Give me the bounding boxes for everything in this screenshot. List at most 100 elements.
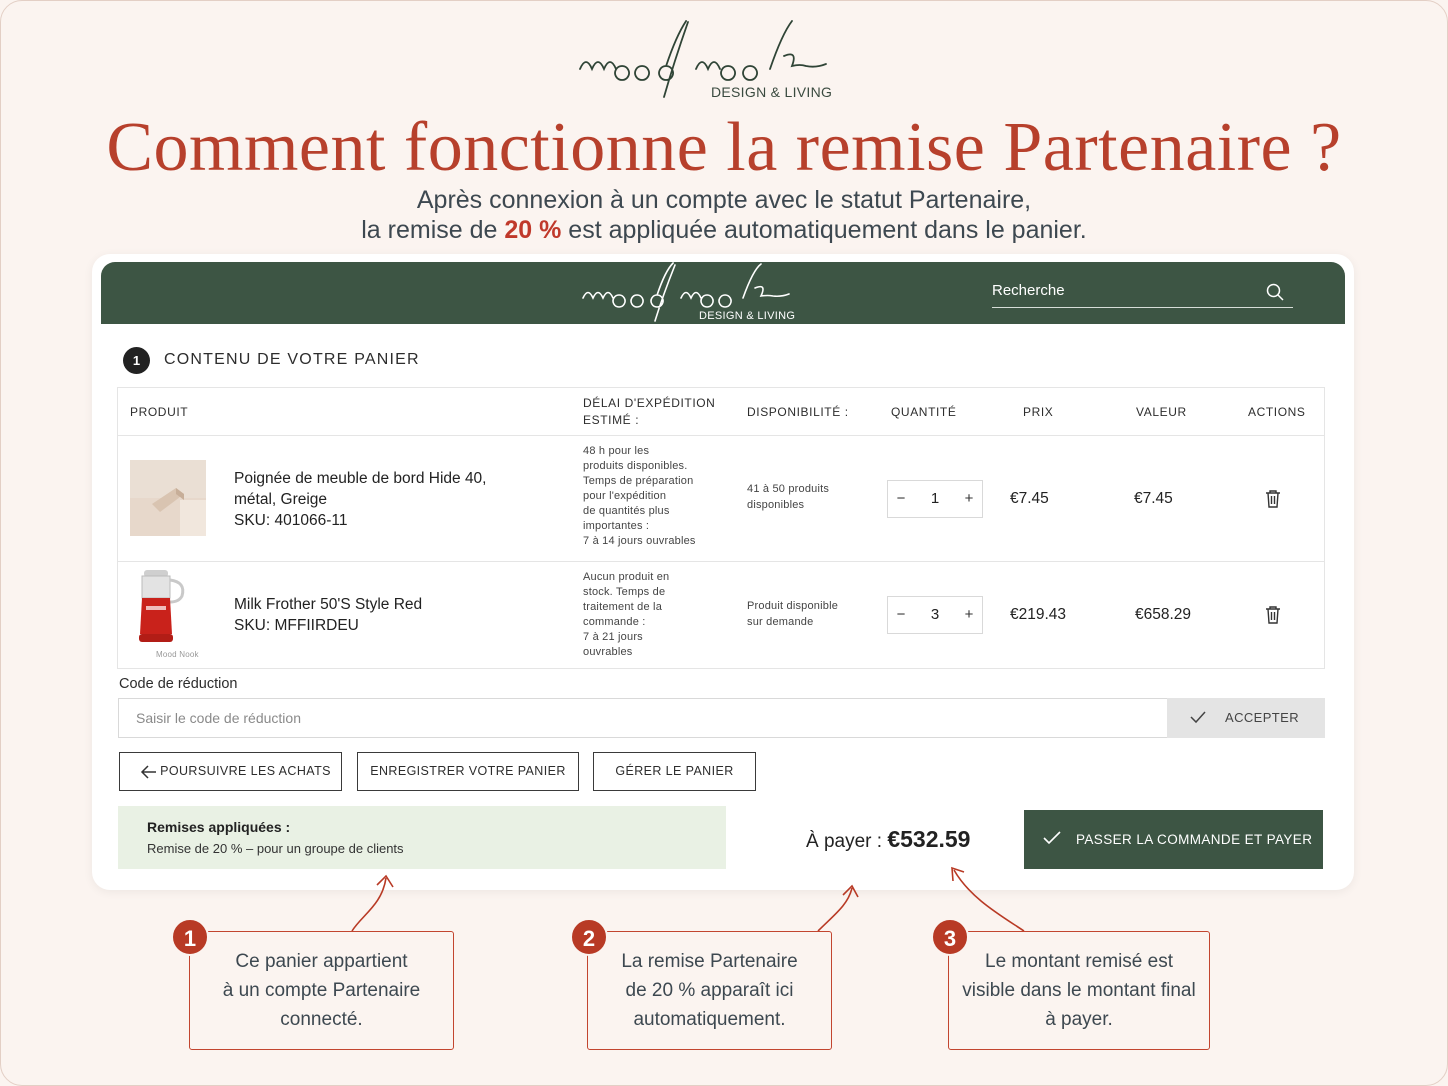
check-icon xyxy=(1043,831,1061,845)
subtitle-highlight: 20 % xyxy=(504,216,562,244)
table-divider xyxy=(118,561,1324,562)
shipping-line: 7 à 14 jours ouvrables xyxy=(583,535,696,547)
line-value: €658.29 xyxy=(1135,606,1192,623)
search-icon[interactable] xyxy=(1265,282,1285,302)
brand-tagline: DESIGN & LIVING xyxy=(711,84,833,100)
col-header-shipping: DÉLAI D'EXPÉDITION ESTIMÉ : xyxy=(583,396,716,427)
callout-line: à un compte Partenaire xyxy=(222,980,421,1001)
subtitle-text-after: est appliquée automatiquement dans le pa… xyxy=(561,216,1087,244)
product-image-handle[interactable] xyxy=(130,460,206,536)
manage-cart-button[interactable]: GÉRER LE PANIER xyxy=(593,752,756,791)
availability-line: disponibles xyxy=(747,499,805,511)
search-input[interactable] xyxy=(992,282,1252,299)
product-name[interactable]: Poignée de meuble de bord Hide 40, métal… xyxy=(234,468,487,531)
search-bar xyxy=(992,280,1293,308)
shipping-line: ouvrables xyxy=(583,646,633,658)
callout-line: à payer. xyxy=(1045,1009,1113,1030)
unit-price: €7.45 xyxy=(1010,490,1049,507)
step-number-badge: 1 xyxy=(123,347,150,374)
trash-icon[interactable] xyxy=(1264,605,1282,625)
callout-line: Le montant remisé est xyxy=(985,951,1173,972)
callout-partner-account: Ce panier appartient à un compte Partena… xyxy=(189,931,454,1050)
callout-badge-1: 1 xyxy=(171,918,209,956)
shipping-estimate: 48 h pour les produits disponibles. Temp… xyxy=(583,444,696,549)
product-name[interactable]: Milk Frother 50'S Style Red SKU: MFFIIRD… xyxy=(234,594,422,636)
availability-line: Produit disponible xyxy=(747,600,839,612)
cart-title: CONTENU DE VOTRE PANIER xyxy=(164,351,420,368)
total-label: À payer : xyxy=(806,831,888,852)
product-image-caption: Mood Nook xyxy=(156,650,199,659)
page-headline: Comment fonctionne la remise Partenaire … xyxy=(106,109,1342,186)
availability-text: 41 à 50 produits disponibles xyxy=(747,481,829,513)
callout-line: automatiquement. xyxy=(633,1009,786,1030)
callout-line: La remise Partenaire xyxy=(621,951,798,972)
applied-discounts-box: Remises appliquées : Remise de 20 % – po… xyxy=(118,806,726,869)
shipping-line: importantes : xyxy=(583,520,650,532)
subtitle-line-2: la remise de 20 % est appliquée automati… xyxy=(0,216,1448,245)
subtitle-text-before: la remise de xyxy=(361,216,505,244)
accept-label: ACCEPTER xyxy=(1225,710,1299,725)
callout-partner-discount: La remise Partenaire de 20 % apparaît ic… xyxy=(587,931,832,1050)
callout-line: de 20 % apparaît ici xyxy=(625,980,794,1001)
shipping-line: stock. Temps de xyxy=(583,586,666,598)
col-header-actions: ACTIONS xyxy=(1248,405,1306,419)
quantity-stepper: − 3 + xyxy=(887,596,983,634)
shipping-estimate: Aucun produit en stock. Temps de traitem… xyxy=(583,570,669,660)
checkout-label: PASSER LA COMMANDE ET PAYER xyxy=(1076,832,1313,847)
checkout-button[interactable]: PASSER LA COMMANDE ET PAYER xyxy=(1024,810,1323,869)
quantity-value[interactable]: 1 xyxy=(916,481,954,517)
cart-table: PRODUIT DÉLAI D'EXPÉDITION ESTIMÉ : DISP… xyxy=(117,387,1325,669)
callout-line: connecté. xyxy=(280,1009,363,1030)
line-value: €7.45 xyxy=(1134,490,1173,507)
shipping-line: Temps de préparation xyxy=(583,475,694,487)
accept-discount-button[interactable]: ACCEPTER xyxy=(1167,698,1325,738)
unit-price: €219.43 xyxy=(1010,606,1067,623)
callout-badge-2: 2 xyxy=(570,918,608,956)
product-sku: SKU: MFFIIRDEU xyxy=(234,617,359,634)
save-cart-button[interactable]: ENREGISTRER VOTRE PANIER xyxy=(357,752,579,791)
shipping-line: produits disponibles. xyxy=(583,460,688,472)
quantity-value[interactable]: 3 xyxy=(916,597,954,633)
discount-code-input[interactable] xyxy=(118,698,1168,738)
shipping-line: pour l'expédition xyxy=(583,490,667,502)
col-header-quantity: QUANTITÉ xyxy=(891,405,957,419)
quantity-decrement-button[interactable]: − xyxy=(888,597,914,633)
shop-header: DESIGN & LIVING xyxy=(101,262,1345,324)
quantity-increment-button[interactable]: + xyxy=(956,597,982,633)
shipping-line: de quantités plus xyxy=(583,505,670,517)
product-name-line-1: Poignée de meuble de bord Hide 40, xyxy=(234,470,487,487)
subtitle-line-1: Après connexion à un compte avec le stat… xyxy=(416,186,1032,214)
availability-text: Produit disponible sur demande xyxy=(747,598,838,630)
continue-shopping-label: POURSUIVRE LES ACHATS xyxy=(160,764,331,778)
col-header-price: PRIX xyxy=(1023,405,1054,419)
availability-line: sur demande xyxy=(747,616,814,628)
shipping-line: Aucun produit en xyxy=(583,571,670,583)
shipping-line: 48 h pour les xyxy=(583,445,650,457)
shipping-line: traitement de la xyxy=(583,601,663,613)
callout-final-amount: Le montant remisé est visible dans le mo… xyxy=(948,931,1210,1050)
applied-discounts-detail: Remise de 20 % – pour un groupe de clien… xyxy=(147,841,404,856)
arrow-left-icon xyxy=(140,765,156,779)
trash-icon[interactable] xyxy=(1264,489,1282,509)
quantity-decrement-button[interactable]: − xyxy=(888,481,914,517)
shop-tagline: DESIGN & LIVING xyxy=(699,310,796,322)
quantity-increment-button[interactable]: + xyxy=(956,481,982,517)
product-sku: SKU: 401066-11 xyxy=(234,512,348,529)
applied-discounts-title: Remises appliquées : xyxy=(147,819,291,835)
product-image-milk-frother[interactable] xyxy=(130,568,206,662)
col-header-product: PRODUIT xyxy=(130,405,189,419)
total-amount: €532.59 xyxy=(887,826,971,852)
shipping-line: commande : xyxy=(583,616,646,628)
shop-logo[interactable]: DESIGN & LIVING xyxy=(577,262,817,324)
availability-line: 41 à 50 produits xyxy=(747,483,830,495)
shipping-line: 7 à 21 jours xyxy=(583,631,643,643)
product-name-line-2: métal, Greige xyxy=(234,491,328,508)
callout-line: Ce panier appartient xyxy=(235,951,408,972)
total-to-pay: À payer : €532.59 xyxy=(806,826,970,853)
continue-shopping-button[interactable]: POURSUIVRE LES ACHATS xyxy=(119,752,342,791)
discount-code-label: Code de réduction xyxy=(119,676,238,692)
callout-line: visible dans le montant final xyxy=(962,980,1196,1001)
col-header-availability: DISPONIBILITÉ : xyxy=(747,405,849,419)
table-divider xyxy=(118,435,1324,436)
callout-badge-3: 3 xyxy=(931,918,969,956)
